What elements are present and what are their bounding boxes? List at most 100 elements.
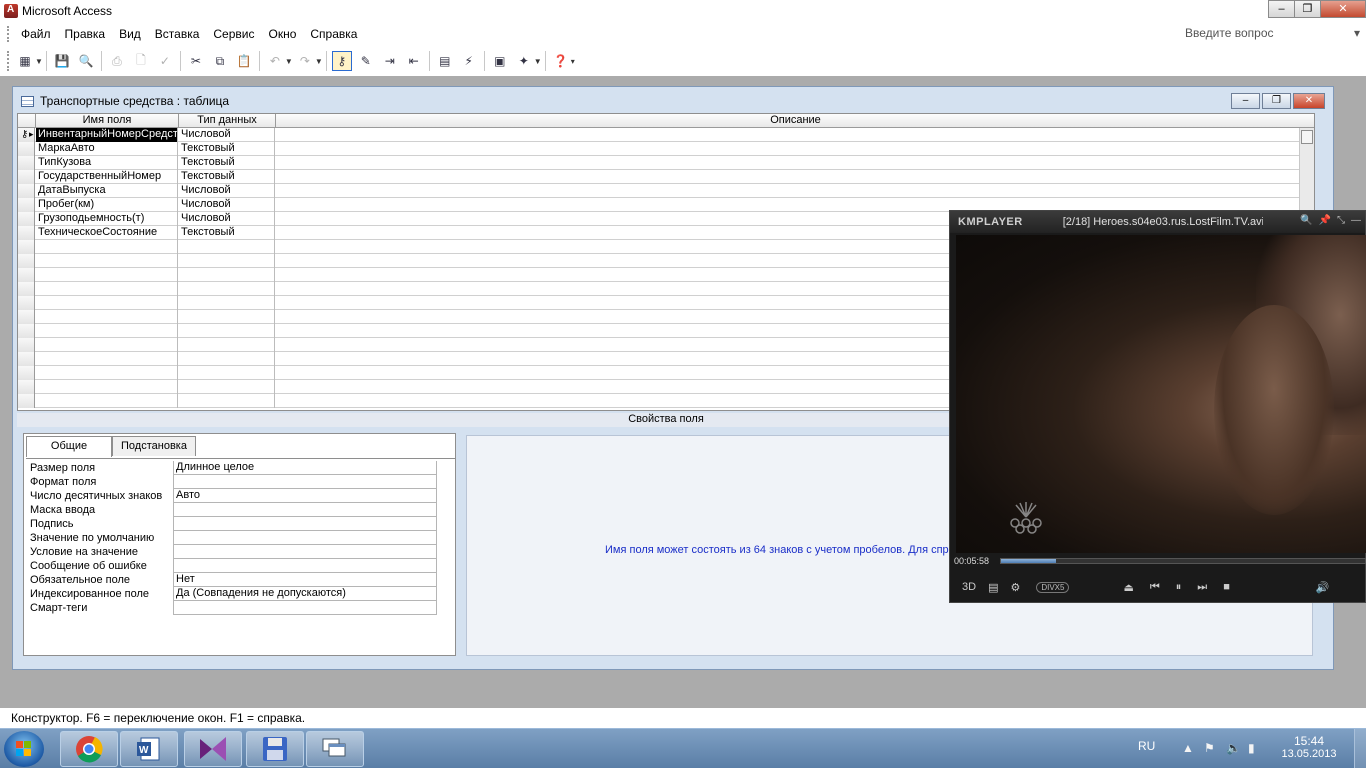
data-type-cell[interactable]: Текстовый — [179, 142, 275, 156]
table-row[interactable]: ТипКузова Текстовый — [18, 156, 1314, 170]
data-type-cell[interactable]: Текстовый — [179, 170, 275, 184]
minimize-button[interactable]: – — [1268, 0, 1295, 18]
primary-key-icon[interactable]: ⚷ — [331, 51, 352, 71]
menu-insert[interactable]: Вставка — [148, 27, 207, 41]
database-window-icon[interactable]: ▣ — [490, 51, 510, 71]
toolbar-options-icon[interactable]: ▾ — [571, 57, 575, 66]
taskbar-word[interactable]: W — [120, 731, 178, 767]
field-name-cell[interactable]: ТипКузова — [36, 156, 178, 170]
data-type-cell[interactable] — [179, 254, 275, 268]
field-name-cell[interactable]: ТехническоеСостояние — [36, 226, 178, 240]
field-name-cell[interactable] — [36, 366, 178, 380]
taskbar-visual-studio[interactable] — [184, 731, 242, 767]
eject-icon[interactable]: ⏏ — [1123, 581, 1133, 594]
data-type-cell[interactable] — [179, 352, 275, 366]
playlist-icon[interactable]: ▤ — [988, 581, 998, 594]
field-name-cell[interactable] — [36, 254, 178, 268]
field-name-cell[interactable] — [36, 310, 178, 324]
property-value[interactable] — [173, 531, 437, 545]
restore-button[interactable]: ❐ — [1294, 0, 1321, 18]
property-value[interactable]: Длинное целое — [173, 461, 437, 475]
field-name-cell[interactable]: МаркаАвто — [36, 142, 178, 156]
property-value[interactable]: Да (Совпадения не допускаются) — [173, 587, 437, 601]
taskbar-chrome[interactable] — [60, 731, 118, 767]
menu-view[interactable]: Вид — [112, 27, 148, 41]
row-selector[interactable] — [18, 170, 35, 184]
field-name-cell[interactable] — [36, 324, 178, 338]
taskbar-window-switcher[interactable] — [306, 731, 364, 767]
row-selector[interactable] — [18, 212, 35, 226]
property-value[interactable] — [173, 503, 437, 517]
row-selector[interactable] — [18, 254, 35, 268]
property-value[interactable]: Нет — [173, 573, 437, 587]
field-name-cell[interactable] — [36, 268, 178, 282]
settings-gear-icon[interactable]: ⚙ — [1010, 581, 1020, 594]
menu-file[interactable]: Файл — [14, 27, 58, 41]
property-value[interactable] — [173, 517, 437, 531]
scrollbar-thumb[interactable] — [1301, 130, 1313, 144]
property-value[interactable] — [173, 601, 437, 615]
view-icon[interactable]: ▦ — [15, 51, 35, 71]
row-selector[interactable]: ⚷ ▸ — [18, 128, 35, 142]
ask-question-box[interactable]: Введите вопрос ▾ — [1185, 26, 1360, 42]
help-icon[interactable]: ❓ — [551, 51, 571, 71]
undo-icon[interactable]: ↶ — [265, 51, 285, 71]
action-center-icon[interactable]: ⚑ — [1204, 741, 1215, 755]
field-name-cell[interactable] — [36, 380, 178, 394]
chevron-down-icon[interactable]: ▾ — [1354, 26, 1360, 42]
field-name-cell[interactable]: Грузоподьемность(т) — [36, 212, 178, 226]
row-selector[interactable] — [18, 352, 35, 366]
field-name-cell[interactable]: ГосударственныйНомер — [36, 170, 178, 184]
spelling-icon[interactable]: ✓ — [155, 51, 175, 71]
field-name-cell[interactable]: ДатаВыпуска — [36, 184, 178, 198]
row-selector[interactable] — [18, 380, 35, 394]
cut-icon[interactable]: ✂ — [186, 51, 206, 71]
row-selector[interactable] — [18, 184, 35, 198]
field-name-cell[interactable] — [36, 296, 178, 310]
data-type-cell[interactable]: Числовой — [179, 128, 275, 142]
volume-icon[interactable]: 🔈 — [1226, 741, 1241, 755]
row-selector[interactable] — [18, 296, 35, 310]
data-type-cell[interactable] — [179, 282, 275, 296]
show-desktop-button[interactable] — [1354, 729, 1366, 768]
delete-rows-icon[interactable]: ⇤ — [404, 51, 424, 71]
tab-general[interactable]: Общие — [26, 436, 112, 457]
property-value[interactable] — [173, 559, 437, 573]
indexes-icon[interactable]: ⚡ — [459, 51, 479, 71]
print-icon[interactable]: ⎙ — [107, 51, 127, 71]
volume-icon[interactable]: 🔊 — [1316, 581, 1330, 594]
row-selector[interactable] — [18, 156, 35, 170]
data-type-cell[interactable] — [179, 268, 275, 282]
stop-icon[interactable]: ■ — [1223, 581, 1230, 593]
table-row[interactable]: ДатаВыпуска Числовой — [18, 184, 1314, 198]
property-value[interactable]: Авто — [173, 489, 437, 503]
chevron-down-icon[interactable]: ▼ — [35, 57, 43, 66]
chevron-down-icon[interactable]: ▼ — [315, 57, 323, 66]
data-type-cell[interactable] — [179, 296, 275, 310]
table-restore-button[interactable]: ❐ — [1262, 93, 1291, 109]
row-selector[interactable] — [18, 240, 35, 254]
field-name-cell[interactable] — [36, 282, 178, 296]
paste-icon[interactable]: 📋 — [234, 51, 254, 71]
new-object-icon[interactable]: ✦ — [514, 51, 534, 71]
row-selector[interactable] — [18, 268, 35, 282]
data-type-cell[interactable]: Текстовый — [179, 226, 275, 240]
row-selector[interactable] — [18, 324, 35, 338]
table-row[interactable]: МаркаАвто Текстовый — [18, 142, 1314, 156]
minimize-icon[interactable]: — — [1351, 215, 1361, 226]
shrink-icon[interactable]: ⤡ — [1337, 215, 1345, 226]
chevron-down-icon[interactable]: ▼ — [285, 57, 293, 66]
print-preview-icon[interactable]: 🗋 — [131, 51, 151, 71]
player-seekbar[interactable]: 00:05:58 — [954, 555, 1366, 567]
save-icon[interactable]: 💾 — [52, 51, 72, 71]
data-type-cell[interactable] — [179, 310, 275, 324]
tray-expand-icon[interactable]: ▲ — [1182, 741, 1194, 755]
data-type-cell[interactable] — [179, 338, 275, 352]
field-name-cell[interactable] — [36, 352, 178, 366]
data-type-cell[interactable] — [179, 366, 275, 380]
property-value[interactable] — [173, 475, 437, 489]
menu-edit[interactable]: Правка — [58, 27, 113, 41]
next-icon[interactable]: ⏭ — [1197, 581, 1207, 594]
data-type-cell[interactable]: Числовой — [179, 212, 275, 226]
data-type-cell[interactable] — [179, 324, 275, 338]
